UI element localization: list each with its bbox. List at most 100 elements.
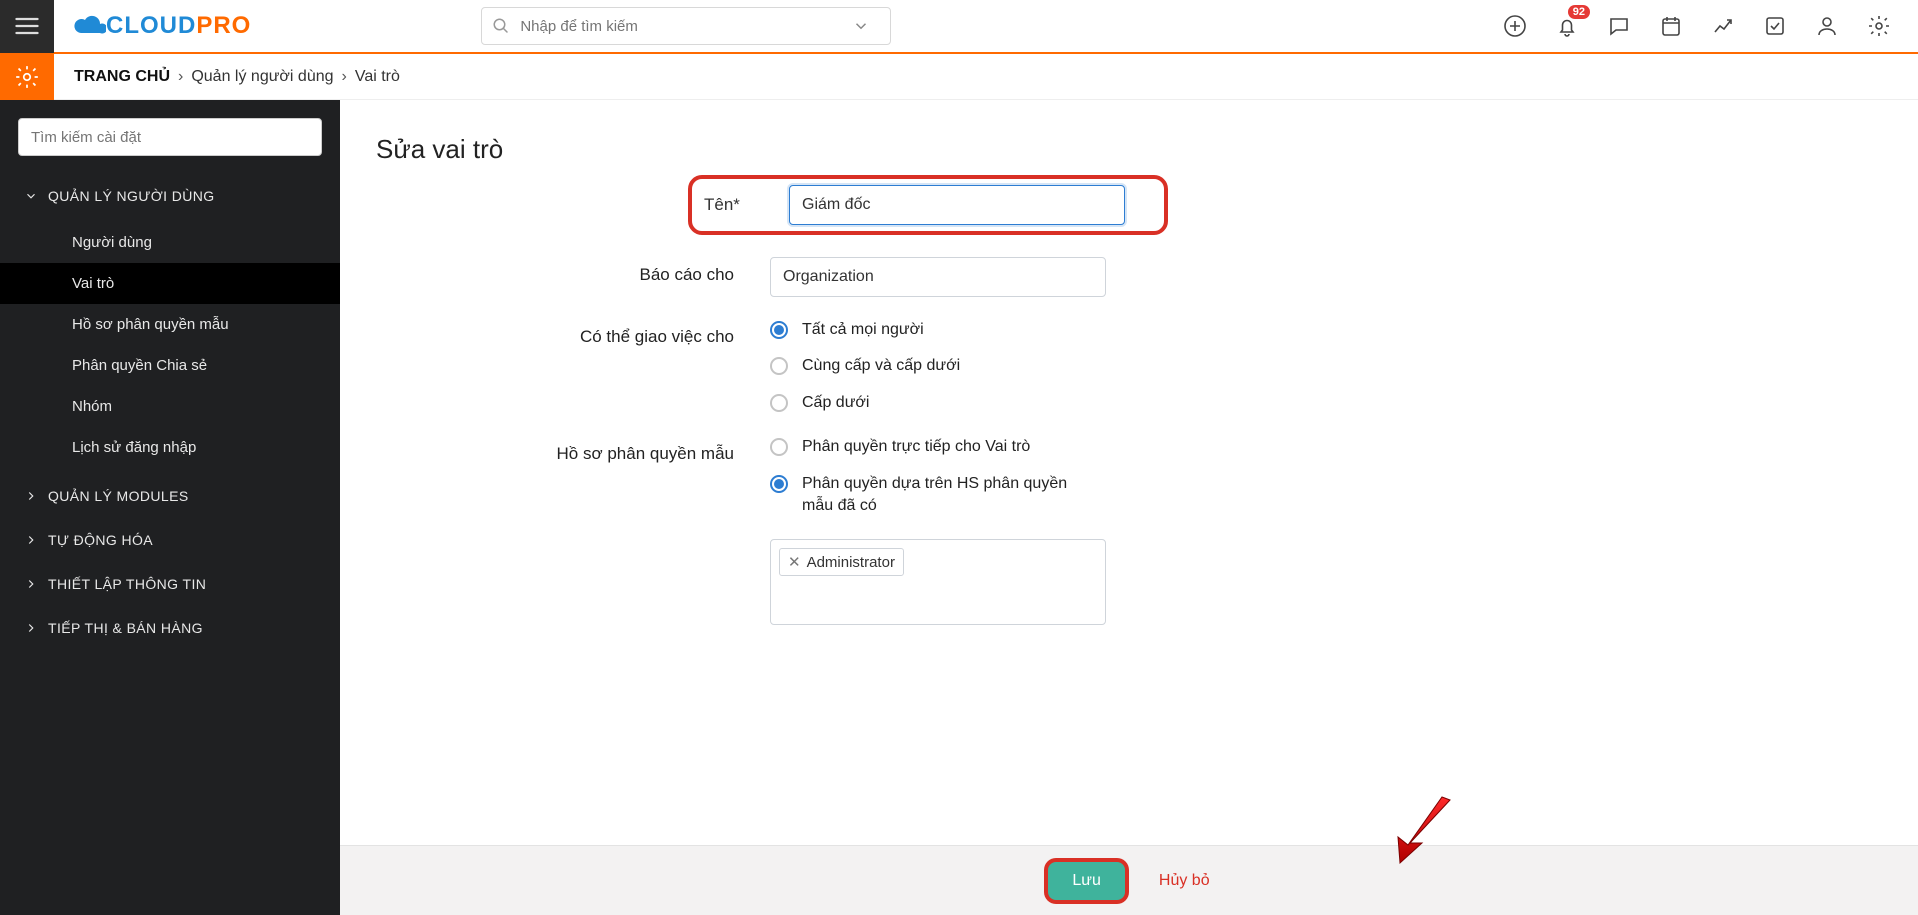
settings-gear-button[interactable] xyxy=(0,54,54,100)
notifications-badge: 92 xyxy=(1568,5,1590,19)
gear-icon xyxy=(1867,14,1891,38)
global-search[interactable] xyxy=(481,7,891,45)
breadcrumb-last[interactable]: Vai trò xyxy=(355,68,400,86)
user-icon xyxy=(1815,14,1839,38)
role-form: Tên* Báo cáo cho Có thể giao việc cho xyxy=(450,175,1210,625)
tag-remove-icon[interactable]: ✕ xyxy=(788,553,801,571)
sidebar-section-marketing: TIẾP THỊ & BÁN HÀNG xyxy=(0,606,340,650)
radio-icon xyxy=(770,475,788,493)
content: Sửa vai trò Tên* Báo cáo cho xyxy=(340,100,1918,915)
chat-button[interactable] xyxy=(1606,13,1632,39)
sidebar-item-login-history[interactable]: Lịch sử đăng nhập xyxy=(0,427,340,468)
sidebar-section-label: QUẢN LÝ MODULES xyxy=(48,488,189,504)
chevron-down-icon xyxy=(24,189,38,203)
settings-button[interactable] xyxy=(1866,13,1892,39)
sidebar-section-label: TỰ ĐỘNG HÓA xyxy=(48,532,153,548)
chevron-right-icon xyxy=(24,533,38,547)
highlight-name: Tên* xyxy=(688,175,1168,235)
breadcrumb: TRANG CHỦ › Quản lý người dùng › Vai trò xyxy=(74,68,400,86)
report-to-input[interactable] xyxy=(770,257,1106,297)
gear-icon xyxy=(14,64,40,90)
breadcrumb-sep: › xyxy=(342,68,347,86)
settings-sidebar: QUẢN LÝ NGƯỜI DÙNG Người dùng Vai trò Hồ… xyxy=(0,100,340,915)
profile-option-existing[interactable]: Phân quyền dựa trên HS phân quyền mẫu đã… xyxy=(770,473,1106,518)
sidebar-item-users[interactable]: Người dùng xyxy=(0,222,340,263)
sidebar-section-label: THIẾT LẬP THÔNG TIN xyxy=(48,576,206,592)
add-button[interactable] xyxy=(1502,13,1528,39)
breadcrumb-sep: › xyxy=(178,68,183,86)
profile-button[interactable] xyxy=(1814,13,1840,39)
sidebar-section-header[interactable]: QUẢN LÝ MODULES xyxy=(0,474,340,518)
radio-icon xyxy=(770,357,788,375)
row-profile: Hồ sơ phân quyền mẫu Phân quyền trực tiế… xyxy=(450,436,1210,517)
sidebar-section-users: QUẢN LÝ NGƯỜI DÙNG Người dùng Vai trò Hồ… xyxy=(0,174,340,474)
chart-icon xyxy=(1711,14,1735,38)
cloud-icon xyxy=(72,13,106,39)
radio-label: Phân quyền trực tiếp cho Vai trò xyxy=(802,436,1030,458)
assign-option-below[interactable]: Cấp dưới xyxy=(770,392,1106,414)
radio-label: Cùng cấp và cấp dưới xyxy=(802,355,960,377)
name-label: Tên* xyxy=(704,195,789,215)
calendar-icon xyxy=(1659,14,1683,38)
logo[interactable]: CLOUDPRO xyxy=(72,12,251,40)
radio-icon xyxy=(770,438,788,456)
assign-option-same-below[interactable]: Cùng cấp và cấp dưới xyxy=(770,355,1106,377)
radio-label: Phân quyền dựa trên HS phân quyền mẫu đã… xyxy=(802,473,1102,518)
analytics-button[interactable] xyxy=(1710,13,1736,39)
tag-label: Administrator xyxy=(807,554,895,571)
tasks-button[interactable] xyxy=(1762,13,1788,39)
profile-tagbox[interactable]: ✕ Administrator xyxy=(770,539,1106,625)
report-label: Báo cáo cho xyxy=(450,257,770,285)
sidebar-section-label: TIẾP THỊ & BÁN HÀNG xyxy=(48,620,203,636)
hamburger-menu[interactable] xyxy=(0,0,54,53)
radio-icon xyxy=(770,394,788,412)
page-title: Sửa vai trò xyxy=(340,100,1918,175)
profile-option-direct[interactable]: Phân quyền trực tiếp cho Vai trò xyxy=(770,436,1106,458)
plus-circle-icon xyxy=(1503,14,1527,38)
row-tags: ✕ Administrator xyxy=(450,539,1210,625)
notifications-button[interactable]: 92 xyxy=(1554,13,1580,39)
topbar-actions: 92 xyxy=(1502,13,1902,39)
cancel-button[interactable]: Hủy bỏ xyxy=(1159,872,1210,890)
chevron-right-icon xyxy=(24,577,38,591)
sidebar-section-header[interactable]: TỰ ĐỘNG HÓA xyxy=(0,518,340,562)
breadcrumb-row: TRANG CHỦ › Quản lý người dùng › Vai trò xyxy=(0,54,1918,100)
main: QUẢN LÝ NGƯỜI DÙNG Người dùng Vai trò Hồ… xyxy=(0,100,1918,915)
sidebar-item-profiles[interactable]: Hồ sơ phân quyền mẫu xyxy=(0,304,340,345)
sidebar-item-groups[interactable]: Nhóm xyxy=(0,386,340,427)
tag-administrator: ✕ Administrator xyxy=(779,548,904,576)
chevron-right-icon xyxy=(24,489,38,503)
row-assign: Có thể giao việc cho Tất cả mọi người Cù… xyxy=(450,319,1210,414)
assign-option-all[interactable]: Tất cả mọi người xyxy=(770,319,1106,341)
sidebar-section-label: QUẢN LÝ NGƯỜI DÙNG xyxy=(48,188,215,204)
radio-label: Cấp dưới xyxy=(802,392,869,414)
row-name: Tên* xyxy=(450,175,1210,235)
sidebar-section-header[interactable]: QUẢN LÝ NGƯỜI DÙNG xyxy=(0,174,340,218)
breadcrumb-home[interactable]: TRANG CHỦ xyxy=(74,68,170,86)
search-input[interactable] xyxy=(520,18,844,35)
role-name-input[interactable] xyxy=(789,185,1125,225)
logo-text-2: PRO xyxy=(196,12,251,40)
sidebar-section-header[interactable]: THIẾT LẬP THÔNG TIN xyxy=(0,562,340,606)
breadcrumb-mid[interactable]: Quản lý người dùng xyxy=(191,68,333,86)
form-footer: Lưu Hủy bỏ xyxy=(340,845,1918,915)
search-icon xyxy=(492,17,510,35)
sidebar-item-roles[interactable]: Vai trò xyxy=(0,263,340,304)
profile-label: Hồ sơ phân quyền mẫu xyxy=(450,436,770,464)
save-button[interactable]: Lưu xyxy=(1048,862,1125,900)
sidebar-section-automation: TỰ ĐỘNG HÓA xyxy=(0,518,340,562)
topbar: CLOUDPRO 92 xyxy=(0,0,1918,54)
radio-icon xyxy=(770,321,788,339)
assign-label: Có thể giao việc cho xyxy=(450,319,770,347)
sidebar-section-info: THIẾT LẬP THÔNG TIN xyxy=(0,562,340,606)
chevron-right-icon xyxy=(24,621,38,635)
sidebar-section-header[interactable]: TIẾP THỊ & BÁN HÀNG xyxy=(0,606,340,650)
calendar-button[interactable] xyxy=(1658,13,1684,39)
checkbox-icon xyxy=(1763,14,1787,38)
chat-icon xyxy=(1607,14,1631,38)
sidebar-section-modules: QUẢN LÝ MODULES xyxy=(0,474,340,518)
sidebar-search-input[interactable] xyxy=(18,118,322,156)
chevron-down-icon[interactable] xyxy=(852,17,870,35)
sidebar-item-sharing[interactable]: Phân quyền Chia sẻ xyxy=(0,345,340,386)
logo-text-1: CLOUD xyxy=(106,12,196,40)
